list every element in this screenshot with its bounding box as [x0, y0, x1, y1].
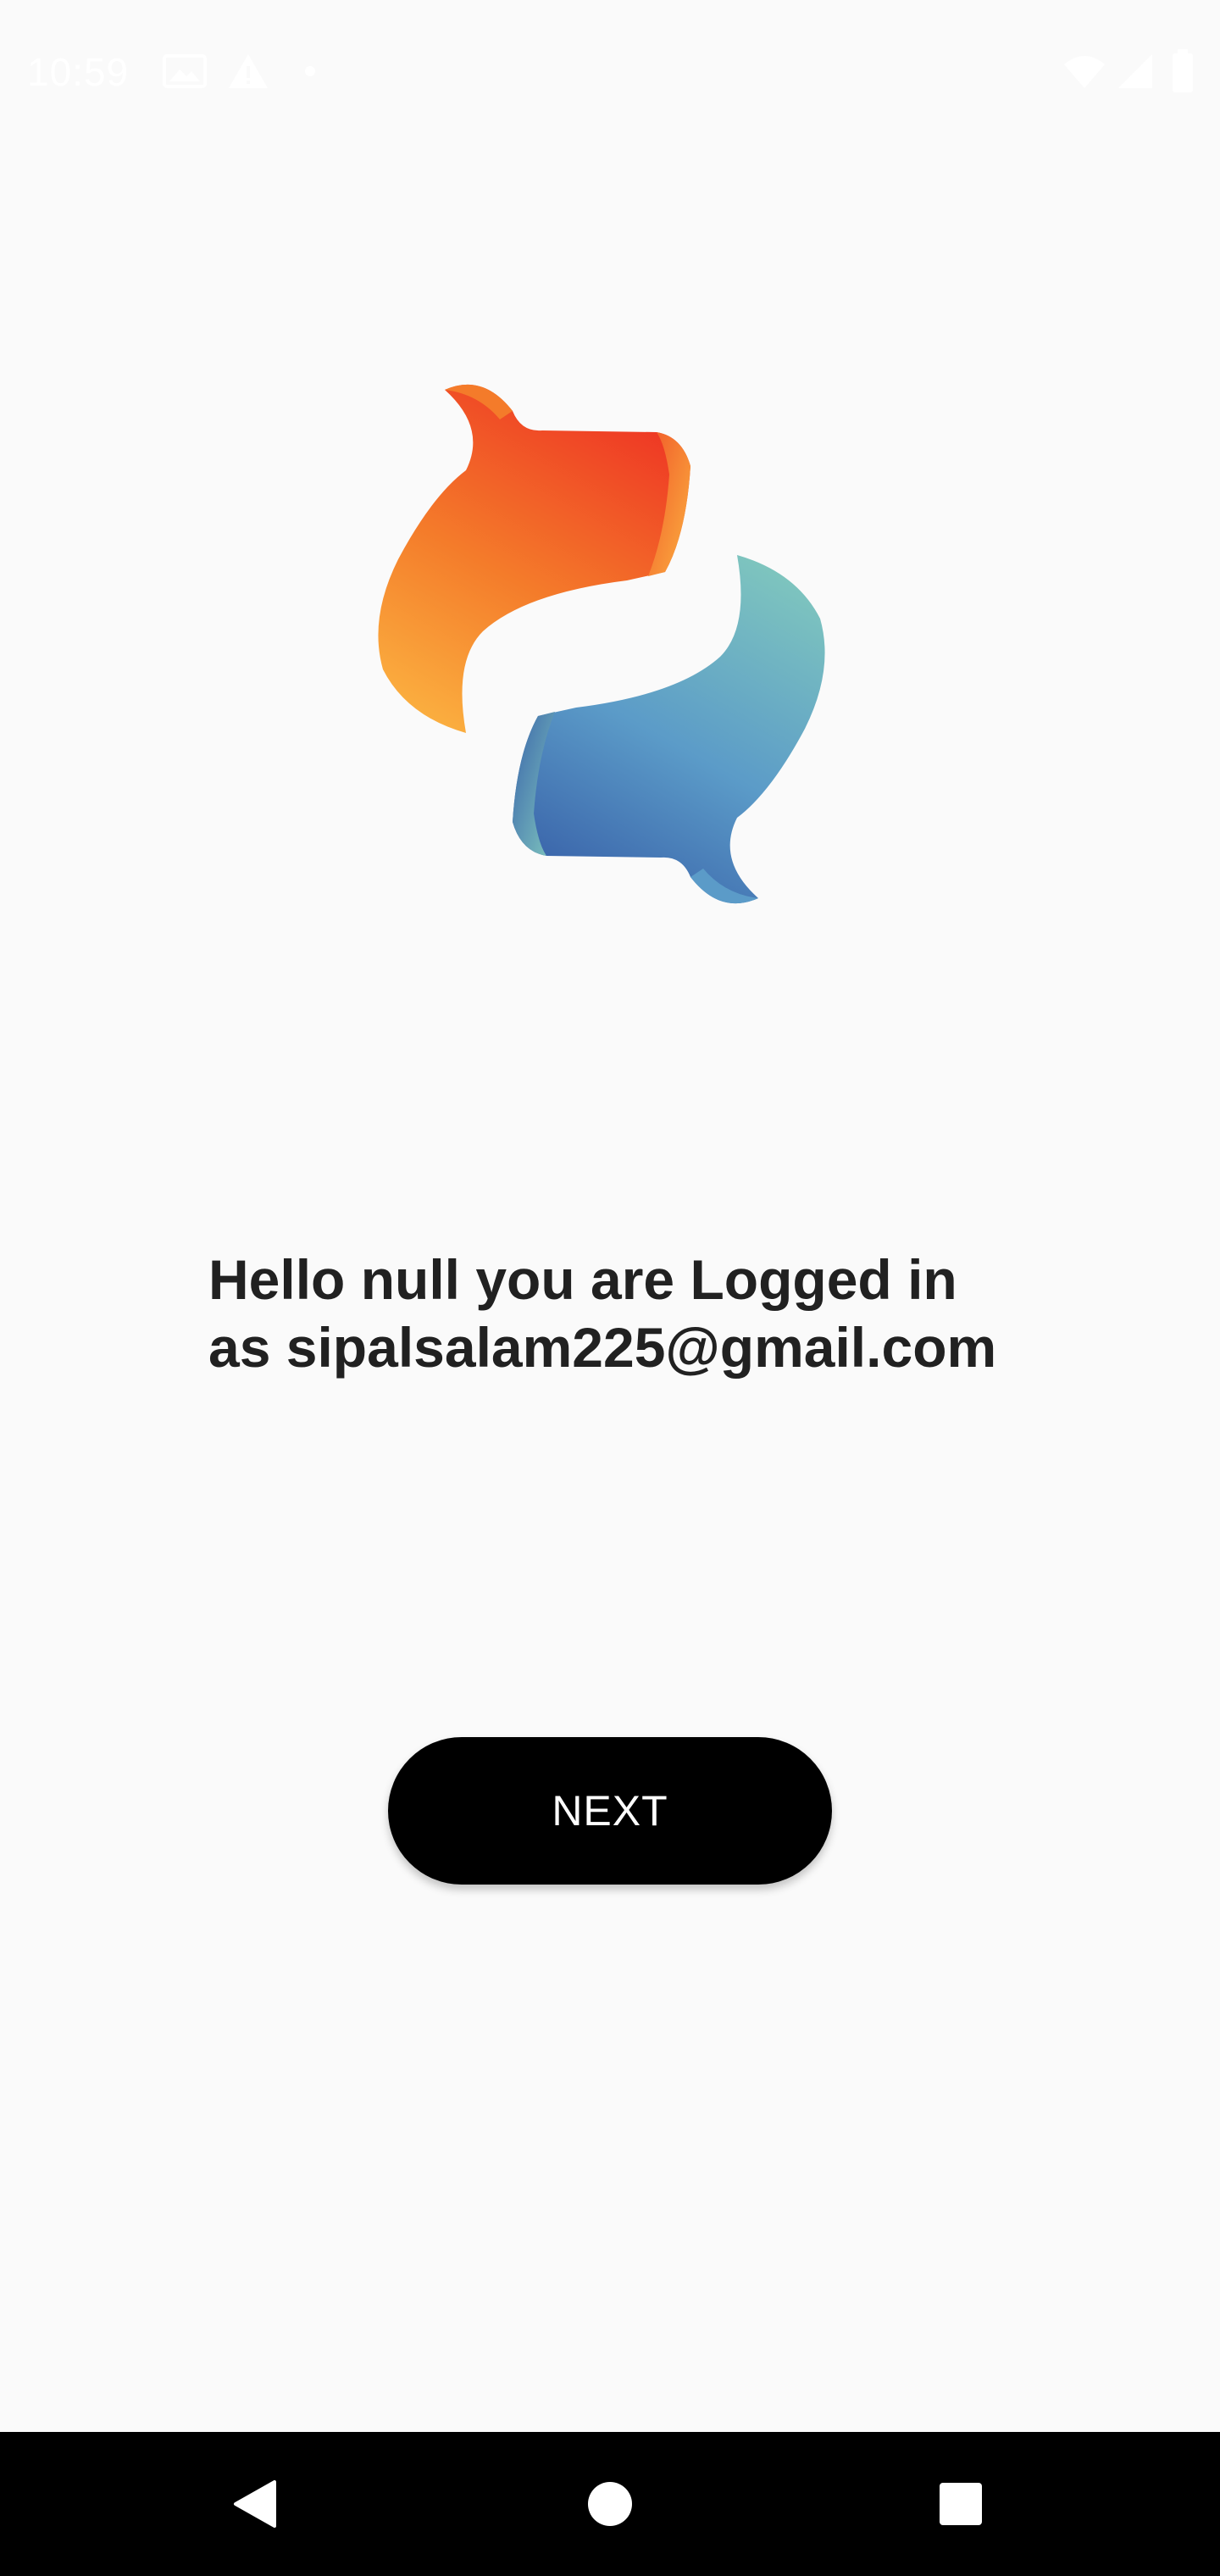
recents-button[interactable] [889, 2432, 1033, 2576]
warning-icon [229, 54, 268, 88]
login-message: Hello null you are Logged in as sipalsal… [208, 1246, 1056, 1381]
home-circle-icon [588, 2482, 632, 2526]
login-message-line1: Hello null you are Logged in [208, 1248, 957, 1311]
back-button[interactable] [182, 2432, 326, 2576]
app-logo [378, 384, 825, 904]
navigation-bar [0, 2432, 1220, 2576]
login-message-line2: as sipalsalam225@gmail.com [208, 1316, 997, 1379]
back-triangle-icon [234, 2480, 276, 2528]
home-button[interactable] [538, 2432, 682, 2576]
image-icon [163, 54, 207, 88]
status-bar: 10:59 [0, 0, 1220, 144]
dot-icon [305, 66, 315, 76]
recents-square-icon [940, 2483, 982, 2525]
battery-icon [1173, 49, 1193, 92]
wifi-icon [1064, 56, 1105, 88]
status-time: 10:59 [27, 50, 130, 94]
signal-icon [1118, 54, 1152, 88]
next-button[interactable]: NEXT [388, 1737, 832, 1885]
